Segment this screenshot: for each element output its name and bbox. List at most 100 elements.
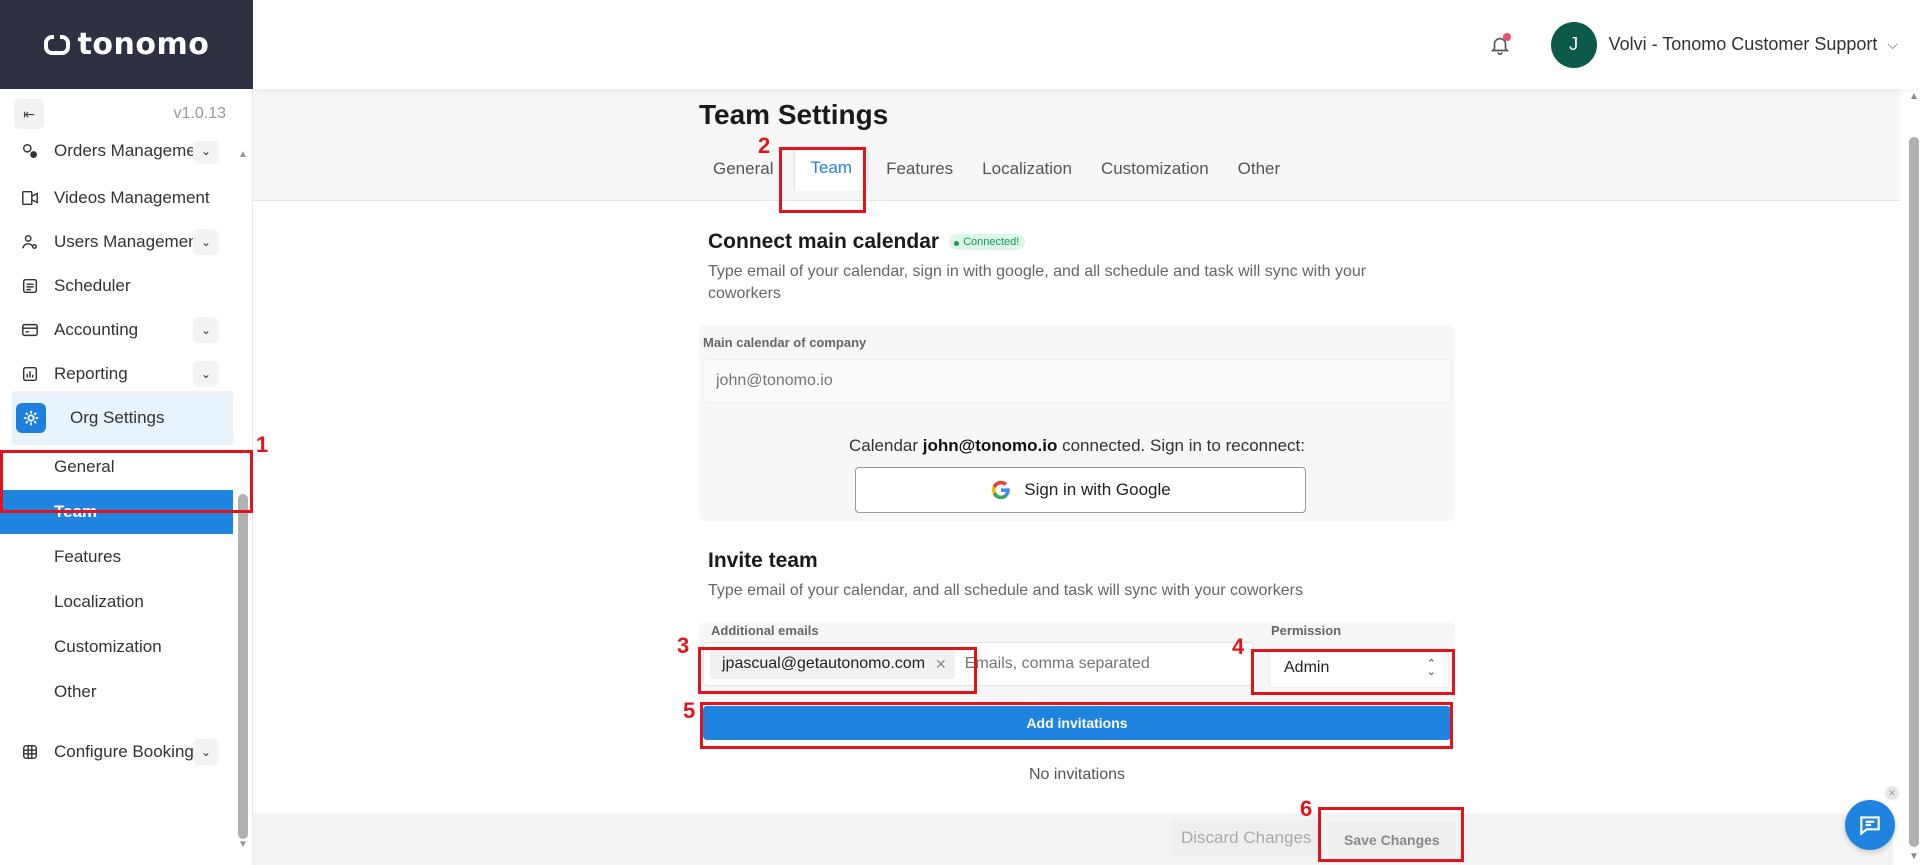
users-icon (20, 232, 40, 252)
annotation-number-6: 6 (1300, 796, 1313, 821)
sidebar-item-label: Videos Management (54, 188, 210, 207)
sidebar-item-label: Org Settings (70, 408, 165, 427)
chevron-down-icon[interactable]: ⌄ (193, 739, 219, 765)
emails-field[interactable]: jpascual@getautonomo.com ✕ (703, 642, 1254, 686)
emails-label: Additional emails (711, 623, 819, 638)
scroll-up-icon[interactable]: ▲ (1908, 91, 1920, 102)
status-email: john@tonomo.io (922, 436, 1058, 455)
invite-description: Type email of your calendar, and all sch… (708, 582, 1303, 599)
annotation-number-1: 1 (256, 432, 269, 457)
page-title: Team Settings (699, 99, 889, 130)
save-changes-button[interactable]: Save Changes (1328, 822, 1456, 858)
chat-support-button[interactable] (1845, 800, 1895, 850)
notification-bell-icon[interactable] (1489, 32, 1511, 56)
annotation-number-3: 3 (677, 633, 690, 658)
logo-text: tonomo (77, 27, 210, 62)
calendar-title-text: Connect main calendar (708, 230, 940, 253)
close-chat-icon[interactable]: ✕ (1885, 786, 1899, 800)
sidebar: ⇤ v1.0.13 Orders Manageme ⌄ Videos Manag… (0, 89, 253, 865)
tab-localization[interactable]: Localization (968, 149, 1086, 191)
app-version: v1.0.13 (173, 105, 226, 122)
chevron-down-icon[interactable]: ⌄ (193, 361, 219, 387)
email-chip-text: jpascual@getautonomo.com (722, 655, 926, 672)
annotation-number-5: 5 (683, 698, 696, 723)
collapse-sidebar-icon[interactable]: ⇤ (14, 99, 44, 129)
sidebar-subitem-localization[interactable]: Localization (0, 580, 233, 624)
main-content: Team Settings General Team Features Loca… (253, 89, 1919, 865)
sidebar-subitem-features[interactable]: Features (0, 535, 233, 579)
discard-changes-button[interactable]: Discard Changes (1171, 820, 1322, 856)
calendar-description: Type email of your calendar, sign in wit… (708, 263, 1367, 302)
scroll-down-icon[interactable]: ▼ (237, 839, 249, 850)
sidebar-scrollbar[interactable]: ▲ ▼ (237, 149, 249, 850)
add-invitations-button[interactable]: Add invitations (703, 706, 1451, 740)
scroll-up-icon[interactable]: ▲ (237, 149, 249, 160)
sidebar-item-label: Reporting (54, 364, 128, 383)
sidebar-item-label: Accounting (54, 320, 139, 339)
calendar-status-text: Calendar john@tonomo.io connected. Sign … (699, 436, 1455, 456)
chat-bubble-icon (1860, 816, 1880, 836)
chevron-down-icon[interactable]: ⌄ (193, 229, 219, 255)
wallet-icon (20, 320, 40, 340)
empty-invitations-text: No invitations (1028, 766, 1126, 783)
sidebar-scroll-thumb[interactable] (238, 494, 248, 839)
tab-team[interactable]: Team (794, 147, 869, 191)
tab-customization[interactable]: Customization (1087, 149, 1223, 191)
sign-in-google-button[interactable]: Sign in with Google (855, 467, 1306, 513)
chevron-down-icon[interactable]: ⌄ (193, 317, 219, 343)
sidebar-subitem-general[interactable]: General (0, 445, 233, 489)
chart-icon (20, 364, 40, 384)
remove-chip-icon[interactable]: ✕ (935, 656, 947, 673)
sidebar-subitem-team[interactable]: Team (0, 490, 233, 534)
settings-tabs: General Team Features Localization Custo… (699, 147, 1295, 191)
user-name[interactable]: Volvi - Tonomo Customer Support (1609, 34, 1878, 55)
invite-section-title: Invite team (708, 549, 818, 572)
avatar[interactable]: J (1550, 21, 1597, 68)
main-scrollbar[interactable]: ▲ ▼ (1908, 89, 1920, 865)
sidebar-item-label: Configure Booking (54, 742, 193, 761)
main-scroll-thumb[interactable] (1909, 137, 1919, 847)
calendar-field-label: Main calendar of company (703, 335, 867, 350)
sidebar-item-label: Users Managemen (54, 232, 193, 251)
page-header: Team Settings General Team Features Loca… (253, 89, 1900, 201)
logo-mark-icon (43, 32, 70, 55)
sidebar-nav: Orders Manageme ⌄ Videos Management User… (0, 141, 233, 861)
tab-general[interactable]: General (699, 149, 787, 191)
google-icon (992, 480, 1011, 500)
permission-select[interactable]: Admin ⌃ ⌄ (1269, 648, 1449, 688)
invite-form: Additional emails Permission jpascual@ge… (699, 622, 1455, 718)
grid-icon (20, 742, 40, 762)
tonomo-logo: tonomo (43, 27, 210, 62)
orders-icon (20, 141, 40, 161)
sidebar-item-org-settings[interactable]: Org Settings (12, 391, 233, 445)
sidebar-subitem-other[interactable]: Other (0, 670, 233, 714)
annotation-number-4: 4 (1232, 634, 1245, 659)
status-prefix: Calendar (849, 436, 923, 455)
chevron-down-icon[interactable]: ⌵ (1887, 36, 1898, 53)
calendar-card: Main calendar of company Calendar john@t… (699, 325, 1455, 521)
footer-bar: Discard Changes Save Changes (253, 813, 1893, 865)
calendar-icon (20, 276, 40, 296)
gear-icon (16, 403, 46, 433)
notification-dot (1502, 32, 1511, 41)
status-badge: Connected! (949, 234, 1026, 251)
calendar-email-field[interactable] (703, 359, 1451, 403)
tab-other[interactable]: Other (1224, 149, 1295, 191)
select-arrows-icon: ⌃ ⌄ (1426, 658, 1436, 678)
sidebar-item-configure-booking[interactable]: Configure Booking ⌄ (0, 726, 233, 778)
sidebar-item-label: Orders Manageme (54, 141, 193, 160)
google-button-label: Sign in with Google (1024, 480, 1171, 499)
annotation-number-2: 2 (758, 133, 771, 158)
scroll-down-icon[interactable]: ▼ (1908, 851, 1920, 862)
permission-label: Permission (1271, 623, 1342, 638)
chevron-down-icon[interactable]: ⌄ (193, 141, 219, 164)
logo-area[interactable]: tonomo (0, 0, 253, 89)
sidebar-item-label: Scheduler (54, 276, 131, 295)
video-icon (20, 188, 40, 208)
email-chip[interactable]: jpascual@getautonomo.com ✕ (710, 649, 955, 679)
sidebar-subitem-customization[interactable]: Customization (0, 625, 233, 669)
tab-features[interactable]: Features (872, 149, 967, 191)
top-bar: J Volvi - Tonomo Customer Support ⌵ (253, 0, 1920, 89)
calendar-section-title: Connect main calendar Connected! (708, 230, 1026, 254)
emails-input[interactable] (964, 655, 1205, 673)
